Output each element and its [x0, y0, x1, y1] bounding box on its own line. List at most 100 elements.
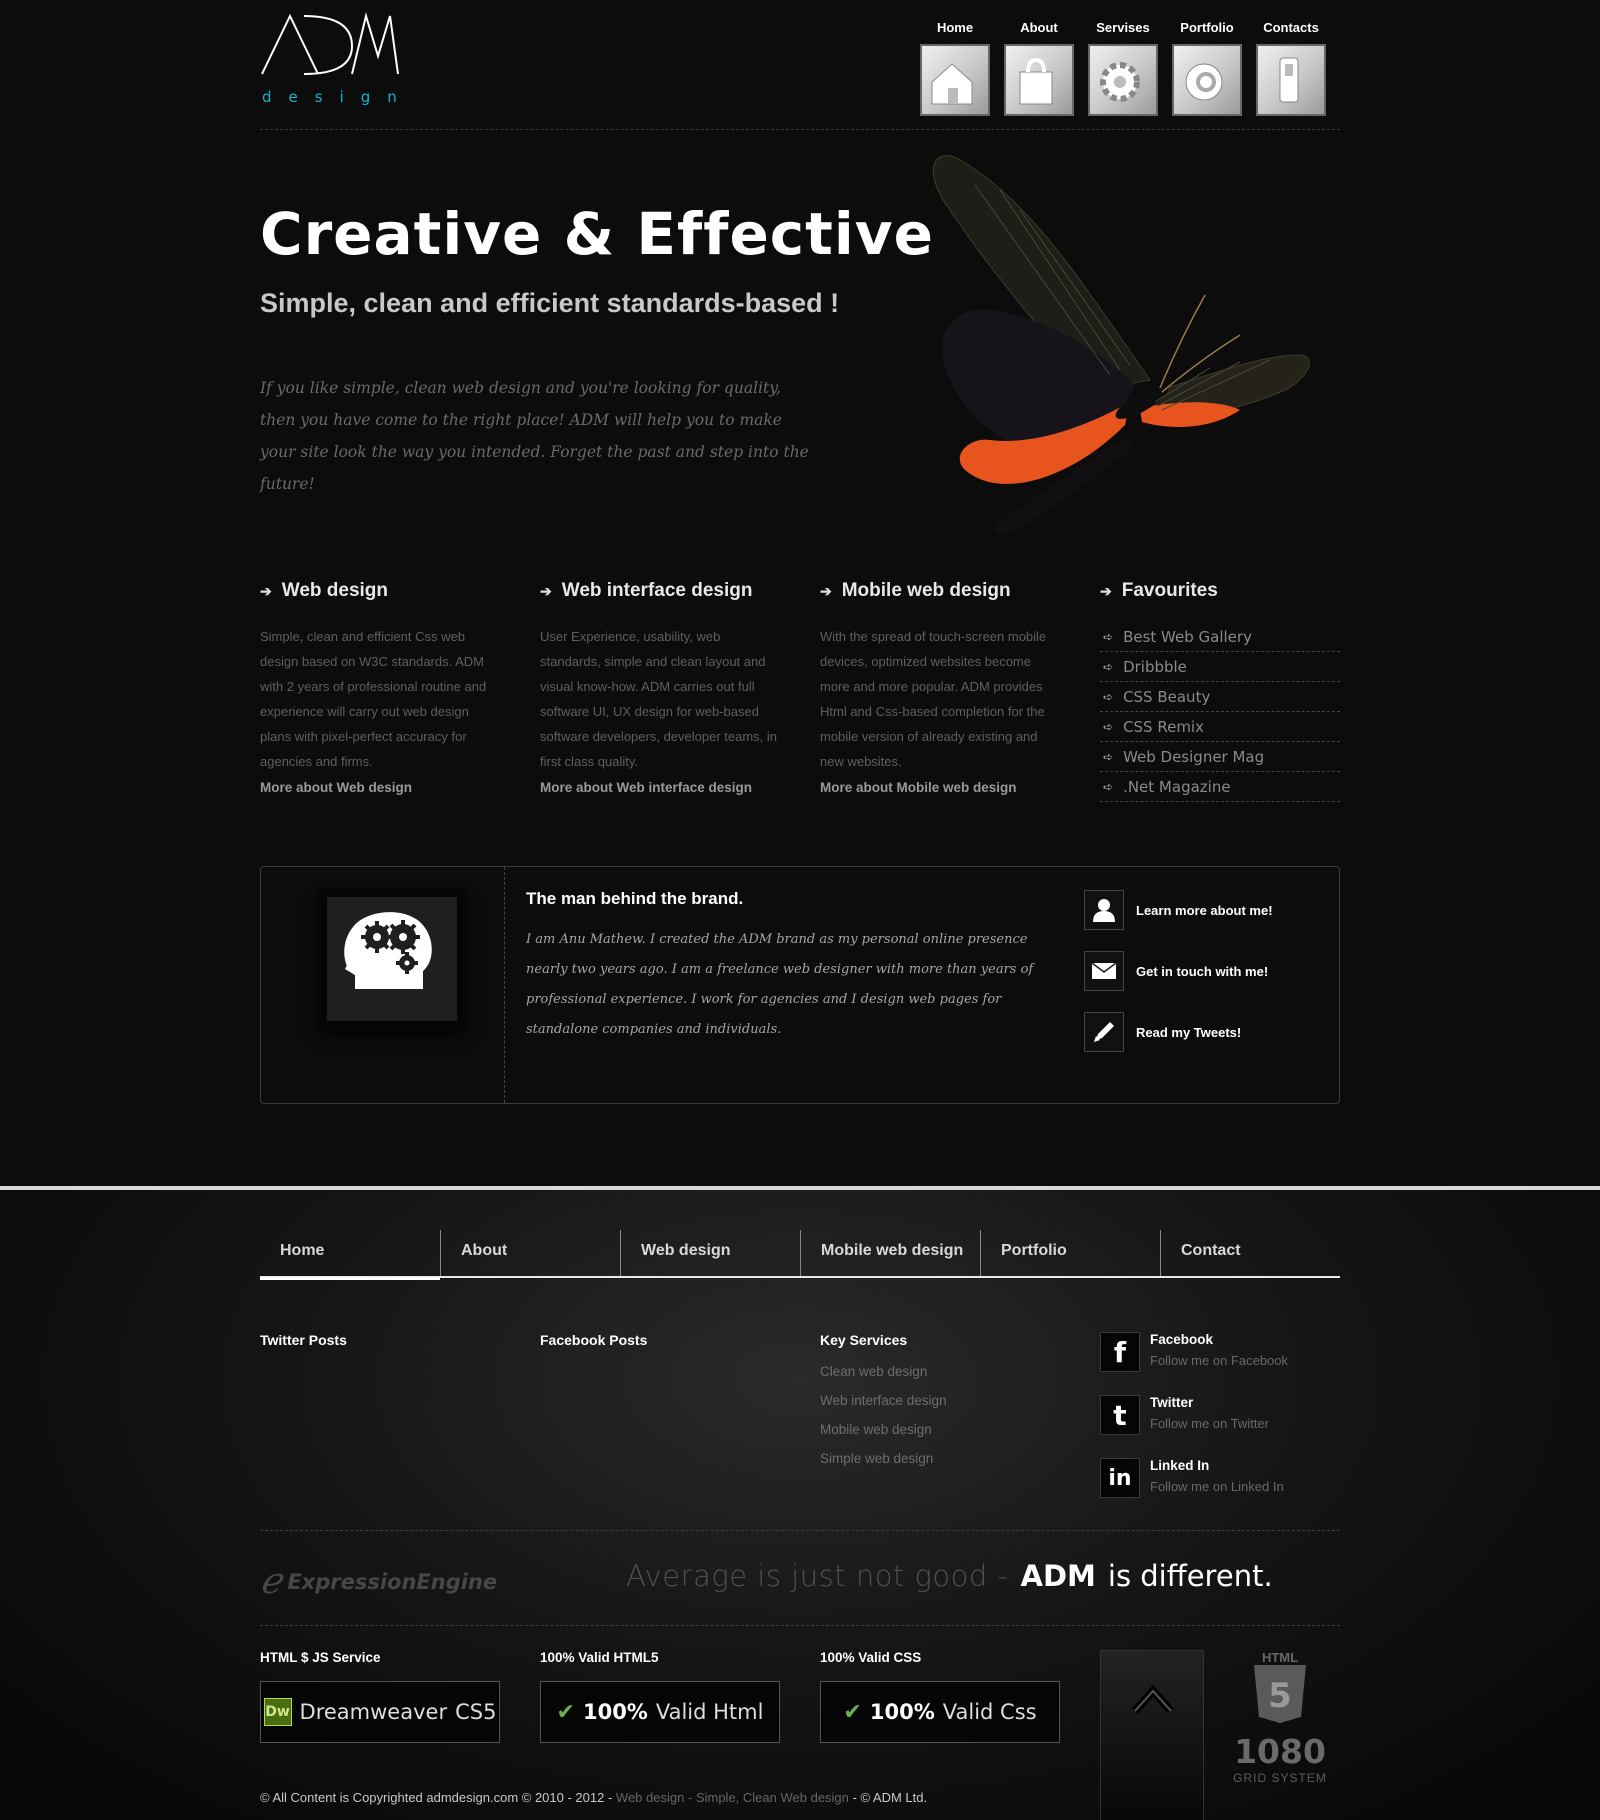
expressionengine-icon: ℯ: [260, 1561, 282, 1602]
key-service-link[interactable]: Simple web design: [820, 1451, 1060, 1480]
favourites-list: ➪ Best Web Gallery ➪ Dribbble ➪ CSS Beauty …: [1100, 622, 1340, 802]
copyright-web-design-link[interactable]: Web design: [616, 1790, 684, 1805]
social-links: f Facebook Follow me on Facebook t Twitte…: [1100, 1332, 1340, 1521]
shopping-bag-icon[interactable]: [1004, 44, 1074, 116]
footer-columns: Twitter Posts Facebook Posts Key Service…: [260, 1332, 1340, 1512]
portrait-area: [261, 867, 505, 1103]
facebook-icon: f: [1100, 1332, 1140, 1372]
copyright-simple-design-link[interactable]: Simple, Clean Web design: [696, 1790, 849, 1805]
adm-logo[interactable]: design: [260, 12, 430, 112]
facebook-link[interactable]: f Facebook Follow me on Facebook: [1100, 1332, 1340, 1372]
user-icon: [1084, 890, 1124, 930]
copyright: © All Content is Copyrighted admdesign.c…: [260, 1790, 928, 1805]
phone-icon[interactable]: [1256, 44, 1326, 116]
footer-nav-home[interactable]: Home: [260, 1230, 440, 1280]
about-links: Learn more about me! Get in touch with m…: [1084, 889, 1273, 1072]
valid-html-badge[interactable]: ✔ 100% Valid Html: [540, 1681, 780, 1743]
arrow-right-icon: ➔: [540, 582, 552, 599]
more-web-design-link[interactable]: More about Web design: [260, 780, 500, 795]
footer-nav-web-design[interactable]: Web design: [620, 1230, 800, 1276]
valid-css-badge[interactable]: ✔ 100% Valid Css: [820, 1681, 1060, 1743]
arrow-right-icon: ➪: [1103, 659, 1114, 674]
twitter-posts-title: Twitter Posts: [260, 1332, 347, 1348]
nav-contacts-label: Contacts: [1263, 20, 1319, 35]
nav-services-label: Servises: [1096, 20, 1150, 35]
arrow-right-icon: ➪: [1103, 719, 1114, 734]
favourites-panel: ➔ Favourites ➪ Best Web Gallery ➪ Dribbble …: [1100, 580, 1340, 802]
hero-subtitle: Simple, clean and efficient standards-ba…: [260, 288, 840, 318]
html5-grid-badge: HTML 5 1080 GRID SYSTEM: [1233, 1650, 1327, 1785]
key-services-list: Clean web design Web interface design Mo…: [820, 1364, 1060, 1480]
key-service-link[interactable]: Clean web design: [820, 1364, 1060, 1393]
dreamweaver-badge[interactable]: Dw Dreamweaver CS5: [260, 1681, 500, 1743]
linkedin-icon: in: [1100, 1458, 1140, 1498]
learn-more-link[interactable]: Learn more about me!: [1084, 889, 1273, 931]
badges-row: HTML $ JS Service Dw Dreamweaver CS5 100…: [260, 1650, 1340, 1820]
site-header: design Home About Servises Portfolio Con…: [260, 0, 1340, 130]
nav-portfolio-label: Portfolio: [1180, 20, 1234, 35]
checkmark-icon: ✔: [843, 1699, 862, 1725]
arrow-right-icon: ➪: [1103, 629, 1114, 644]
html5-shield-icon: 5: [1254, 1665, 1306, 1723]
more-web-interface-design-link[interactable]: More about Web interface design: [540, 780, 780, 795]
tagline: Average is just not good - ADM is differ…: [626, 1559, 1273, 1593]
back-to-top-button[interactable]: [1100, 1650, 1204, 1820]
hero-text: If you like simple, clean web design and…: [260, 379, 809, 493]
favourite-link[interactable]: ➪ .Net Magazine: [1100, 772, 1340, 802]
gear-icon[interactable]: [1088, 44, 1158, 116]
read-tweets-link[interactable]: Read my Tweets!: [1084, 1011, 1273, 1053]
twitter-icon: t: [1100, 1395, 1140, 1435]
expressionengine-logo[interactable]: ℯ ExpressionEngine: [260, 1561, 497, 1602]
butterfly-image: [932, 155, 1310, 535]
envelope-icon: [1084, 951, 1124, 991]
key-service-link[interactable]: Mobile web design: [820, 1422, 1060, 1451]
footer-nav-mobile-web-design[interactable]: Mobile web design: [800, 1230, 980, 1276]
nav-about[interactable]: About: [1004, 20, 1074, 116]
footer-navigation: Home About Web design Mobile web design …: [260, 1230, 1340, 1280]
site-footer: Home About Web design Mobile web design …: [0, 1186, 1600, 1820]
logo-subtitle: design: [262, 88, 414, 106]
key-service-link[interactable]: Web interface design: [820, 1393, 1060, 1422]
nav-home-label: Home: [936, 20, 974, 35]
house-icon[interactable]: [920, 44, 990, 116]
tagline-row: ℯ ExpressionEngine Average is just not g…: [260, 1530, 1340, 1626]
linkedin-link[interactable]: in Linked In Follow me on Linked In: [1100, 1458, 1340, 1498]
service-title: Mobile web design: [841, 580, 1011, 601]
service-text: With the spread of touch-screen mobile d…: [820, 629, 1047, 769]
favourite-link[interactable]: ➪ CSS Beauty: [1100, 682, 1340, 712]
key-services: Key Services Clean web design Web interf…: [820, 1332, 1060, 1480]
get-in-touch-link[interactable]: Get in touch with me!: [1084, 950, 1273, 992]
read-tweets-label: Read my Tweets!: [1136, 1024, 1242, 1040]
svg-text:5: 5: [1268, 1676, 1292, 1716]
hero-section: Creative & Effective Simple, clean and e…: [260, 130, 1340, 550]
chevron-up-icon: [1132, 1685, 1174, 1714]
learn-more-label: Learn more about me!: [1136, 902, 1273, 918]
nav-contacts[interactable]: Contacts: [1256, 20, 1326, 116]
hero-title: Creative & Effective: [260, 200, 934, 268]
more-mobile-web-design-link[interactable]: More about Mobile web design: [820, 780, 1060, 795]
favourite-link[interactable]: ➪ Web Designer Mag: [1100, 742, 1340, 772]
footer-nav-about[interactable]: About: [440, 1230, 620, 1276]
favourite-link[interactable]: ➪ Best Web Gallery: [1100, 622, 1340, 652]
nav-services[interactable]: Servises: [1088, 20, 1158, 116]
favourite-link[interactable]: ➪ Dribbble: [1100, 652, 1340, 682]
arrow-right-icon: ➔: [260, 582, 272, 599]
nav-portfolio[interactable]: Portfolio: [1172, 20, 1242, 116]
about-box: The man behind the brand. I am Anu Mathe…: [260, 866, 1340, 1104]
about-content: The man behind the brand. I am Anu Mathe…: [526, 889, 1046, 1045]
service-web-design: ➔ Web design Simple, clean and efficient …: [260, 580, 500, 795]
twitter-link[interactable]: t Twitter Follow me on Twitter: [1100, 1395, 1340, 1435]
service-web-interface-design: ➔ Web interface design User Experience, u…: [540, 580, 780, 795]
nav-home[interactable]: Home: [920, 20, 990, 116]
about-text: I am Anu Mathew. I created the ADM brand…: [526, 932, 1034, 1037]
footer-nav-portfolio[interactable]: Portfolio: [980, 1230, 1160, 1276]
arrow-right-icon: ➪: [1103, 749, 1114, 764]
footer-nav-contact[interactable]: Contact: [1160, 1230, 1340, 1276]
get-in-touch-label: Get in touch with me!: [1136, 963, 1269, 979]
service-text: User Experience, usability, web standard…: [540, 629, 778, 769]
key-services-title: Key Services: [820, 1332, 908, 1348]
favourite-link[interactable]: ➪ CSS Remix: [1100, 712, 1340, 742]
nav-about-label: About: [1020, 20, 1058, 35]
arrow-right-icon: ➔: [820, 582, 832, 599]
portfolio-icon[interactable]: [1172, 44, 1242, 116]
